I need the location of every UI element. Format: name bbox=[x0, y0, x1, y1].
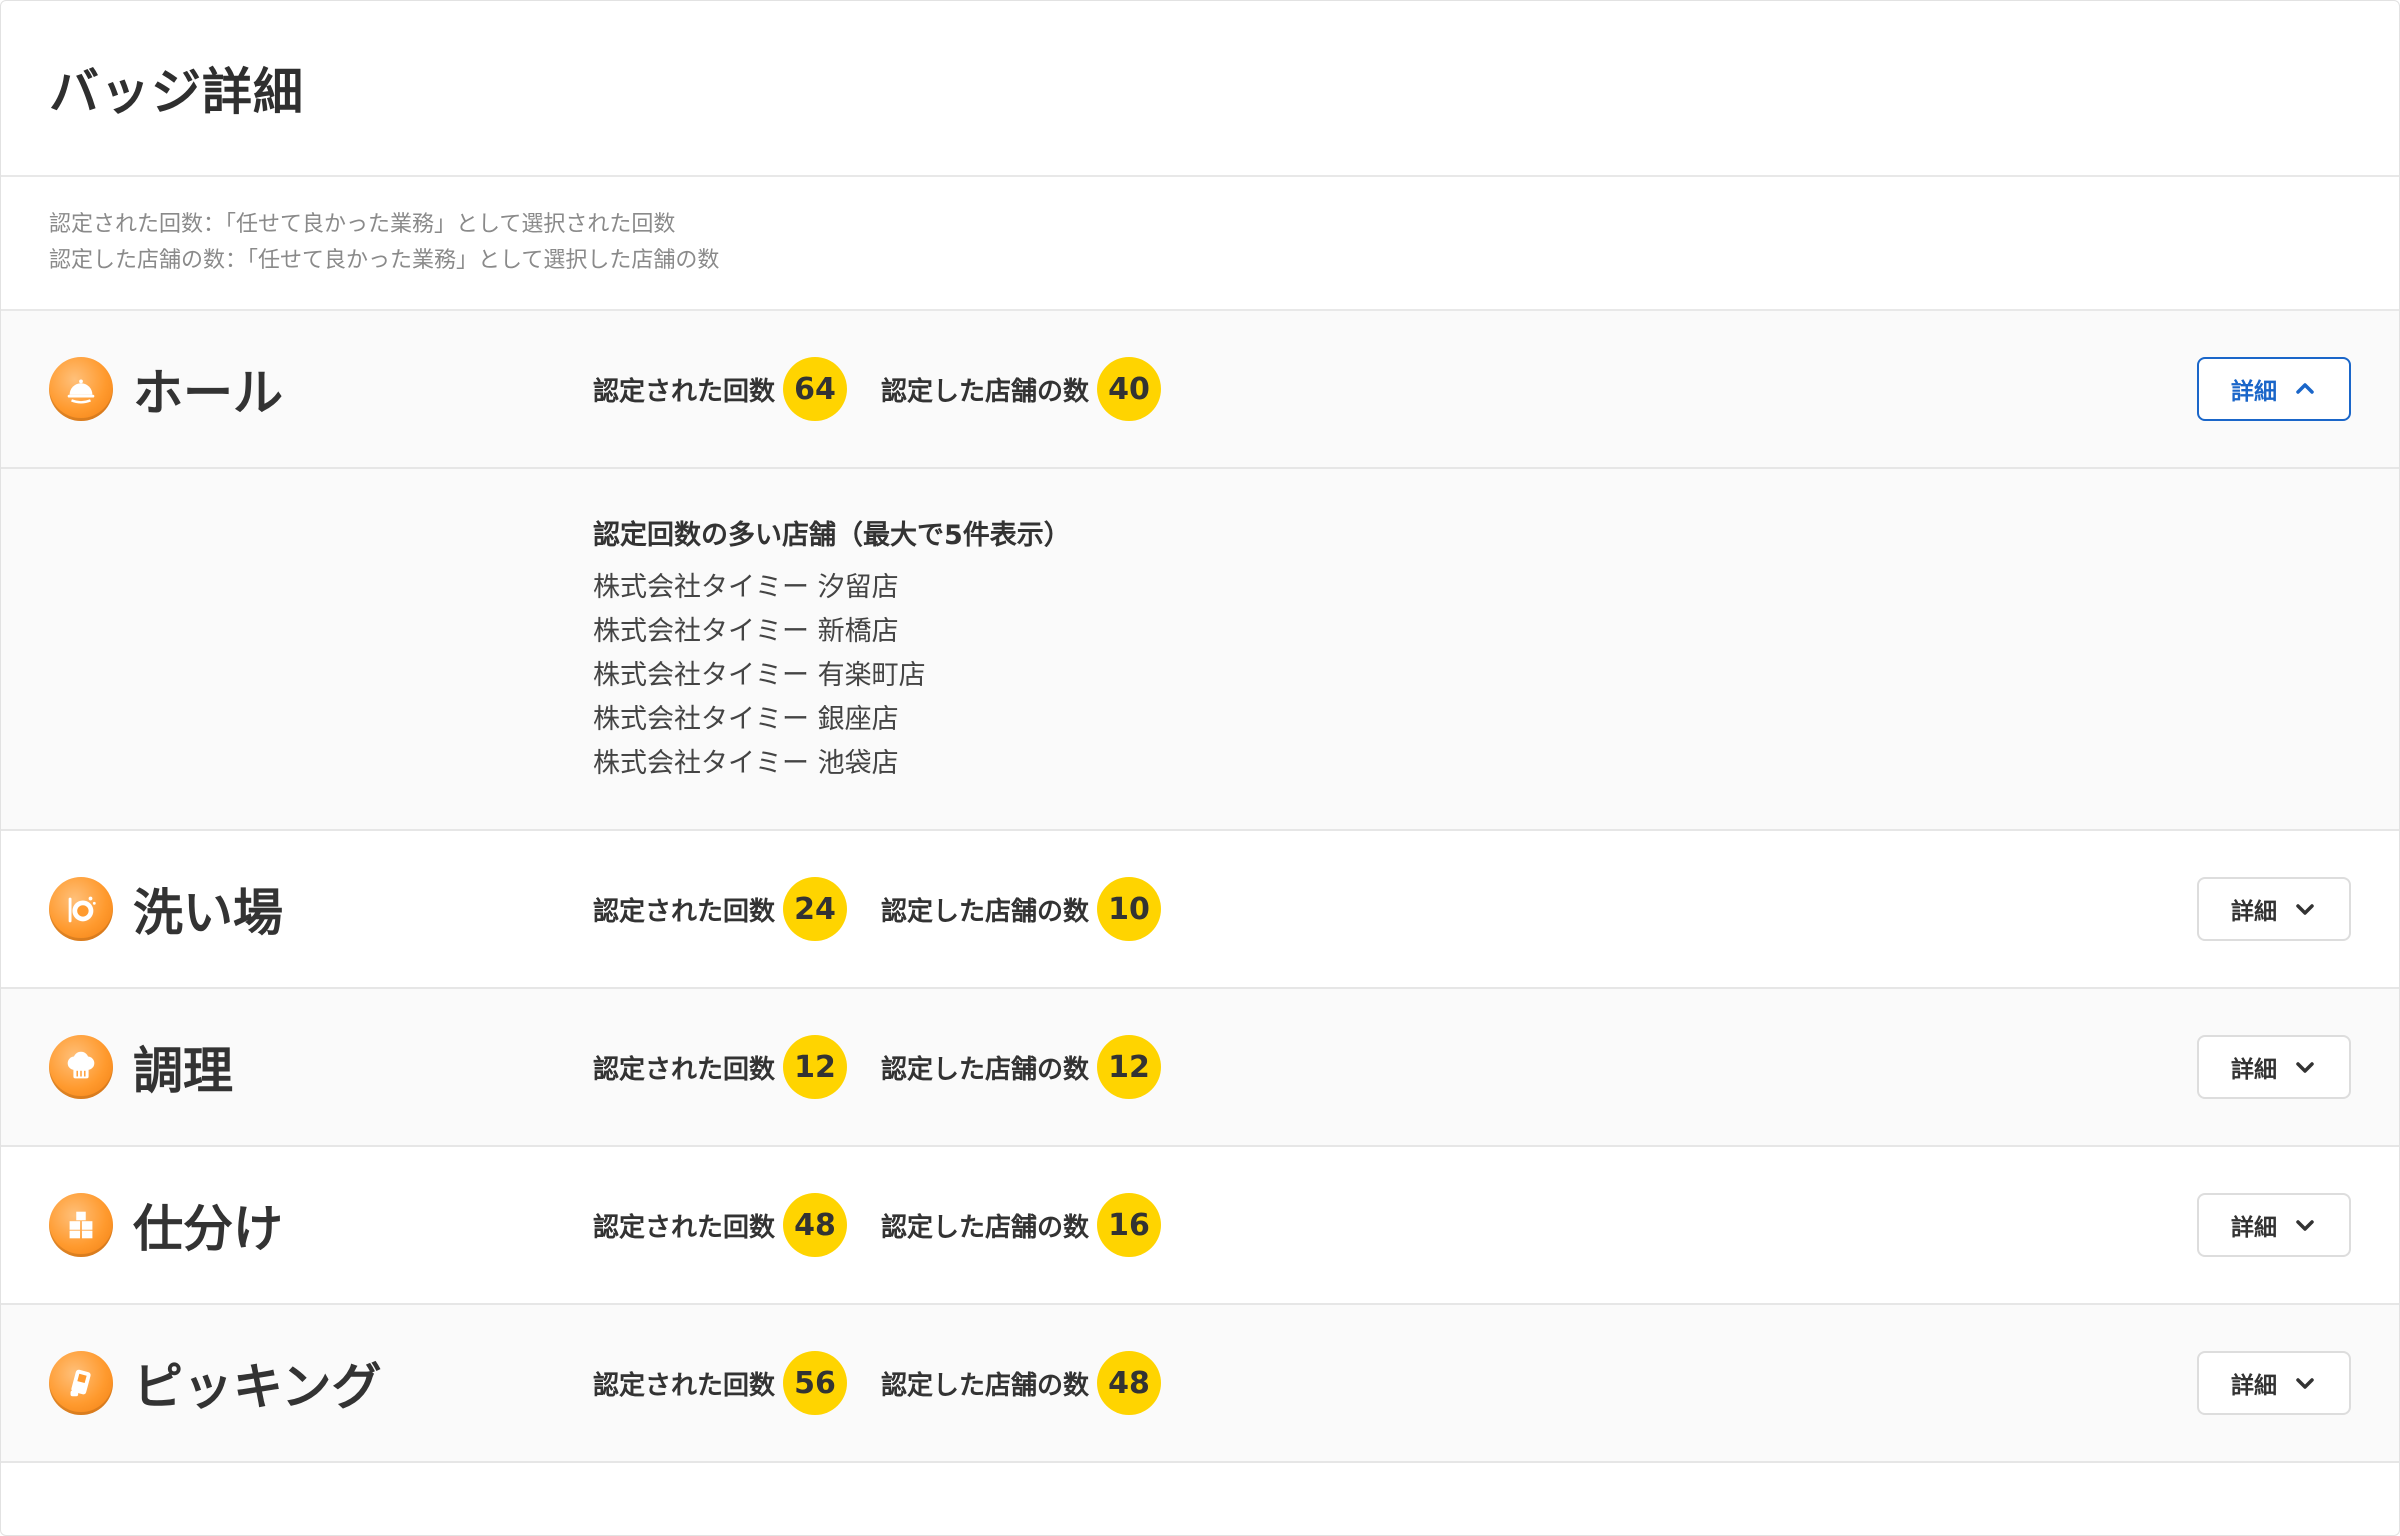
times-label: 認定された回数 bbox=[593, 376, 776, 407]
detail-button-label: 詳細 bbox=[2231, 1057, 2277, 1083]
times-count-badge: 12 bbox=[783, 1035, 848, 1099]
stores-count-badge: 48 bbox=[1097, 1351, 1162, 1415]
definitions-notes: 認定された回数：「任せて良かった業務」として選択された回数 認定した店舗の数：「… bbox=[1, 177, 2399, 311]
stores-count-badge: 12 bbox=[1097, 1035, 1162, 1099]
stores-label: 認定した店舗の数 bbox=[881, 1370, 1090, 1401]
top-stores-panel: 認定回数の多い店舗（最大で5件表示） 株式会社タイミー 汐留店 株式会社タイミー… bbox=[1, 469, 2399, 831]
note-stores-definition: 認定した店舗の数：「任せて良かった業務」として選択した店舗の数 bbox=[49, 248, 720, 273]
times-count-badge: 64 bbox=[783, 357, 848, 421]
top-stores-list: 株式会社タイミー 汐留店 株式会社タイミー 新橋店 株式会社タイミー 有楽町店 … bbox=[593, 566, 2399, 786]
detail-button-label: 詳細 bbox=[2231, 899, 2277, 925]
category-name: 仕分け bbox=[133, 1200, 283, 1258]
detail-toggle-button[interactable]: 詳細 bbox=[2197, 1035, 2351, 1099]
chef-hat-icon bbox=[49, 1035, 113, 1099]
category-row-dishwashing: 洗い場 認定された回数 24 認定した店舗の数 10 詳細 bbox=[1, 831, 2399, 989]
stores-label: 認定した店舗の数 bbox=[881, 1054, 1090, 1085]
category-row-cooking: 調理 認定された回数 12 認定した店舗の数 12 詳細 bbox=[1, 989, 2399, 1147]
store-list-item: 株式会社タイミー 汐留店 bbox=[593, 572, 899, 603]
chevron-down-icon bbox=[2296, 1220, 2314, 1231]
stores-label: 認定した店舗の数 bbox=[881, 1212, 1090, 1243]
page-header: バッジ詳細 bbox=[1, 1, 2399, 177]
store-list-item: 株式会社タイミー 池袋店 bbox=[593, 748, 899, 779]
badge-detail-card: バッジ詳細 認定された回数：「任せて良かった業務」として選択された回数 認定した… bbox=[0, 0, 2400, 1536]
serving-cloche-icon bbox=[49, 357, 113, 421]
store-list-item: 株式会社タイミー 有楽町店 bbox=[593, 660, 926, 691]
detail-toggle-button[interactable]: 詳細 bbox=[2197, 877, 2351, 941]
stores-label: 認定した店舗の数 bbox=[881, 376, 1090, 407]
store-list-item: 株式会社タイミー 新橋店 bbox=[593, 616, 899, 647]
note-times-definition: 認定された回数：「任せて良かった業務」として選択された回数 bbox=[49, 212, 676, 237]
category-name: 調理 bbox=[133, 1042, 233, 1100]
times-label: 認定された回数 bbox=[593, 896, 776, 927]
detail-button-label: 詳細 bbox=[2231, 1373, 2277, 1399]
stores-label: 認定した店舗の数 bbox=[881, 896, 1090, 927]
detail-button-label: 詳細 bbox=[2231, 379, 2277, 405]
category-row-sorting: 仕分け 認定された回数 48 認定した店舗の数 16 詳細 bbox=[1, 1147, 2399, 1305]
category-name: 洗い場 bbox=[133, 884, 283, 942]
detail-toggle-button[interactable]: 詳細 bbox=[2197, 1193, 2351, 1257]
stores-count-badge: 16 bbox=[1097, 1193, 1162, 1257]
times-label: 認定された回数 bbox=[593, 1212, 776, 1243]
times-label: 認定された回数 bbox=[593, 1054, 776, 1085]
stores-count-badge: 40 bbox=[1097, 357, 1162, 421]
dishwashing-icon bbox=[49, 877, 113, 941]
times-label: 認定された回数 bbox=[593, 1370, 776, 1401]
times-count-badge: 56 bbox=[783, 1351, 848, 1415]
chevron-down-icon bbox=[2296, 1062, 2314, 1073]
chevron-up-icon bbox=[2296, 383, 2314, 394]
category-name: ホール bbox=[133, 364, 283, 422]
detail-button-label: 詳細 bbox=[2231, 1215, 2277, 1241]
detail-toggle-button[interactable]: 詳細 bbox=[2197, 357, 2351, 421]
boxes-icon bbox=[49, 1193, 113, 1257]
store-list-item: 株式会社タイミー 銀座店 bbox=[593, 704, 899, 735]
scanner-icon bbox=[49, 1351, 113, 1415]
stores-count-badge: 10 bbox=[1097, 877, 1162, 941]
page-title: バッジ詳細 bbox=[49, 63, 304, 121]
category-name: ピッキング bbox=[133, 1358, 382, 1416]
category-row-hall: ホール 認定された回数 64 認定した店舗の数 40 詳細 bbox=[1, 311, 2399, 469]
top-stores-title: 認定回数の多い店舗（最大で5件表示） bbox=[593, 520, 1071, 551]
times-count-badge: 24 bbox=[783, 877, 848, 941]
detail-toggle-button[interactable]: 詳細 bbox=[2197, 1351, 2351, 1415]
chevron-down-icon bbox=[2296, 1378, 2314, 1389]
category-row-picking: ピッキング 認定された回数 56 認定した店舗の数 48 詳細 bbox=[1, 1305, 2399, 1463]
chevron-down-icon bbox=[2296, 904, 2314, 915]
times-count-badge: 48 bbox=[783, 1193, 848, 1257]
